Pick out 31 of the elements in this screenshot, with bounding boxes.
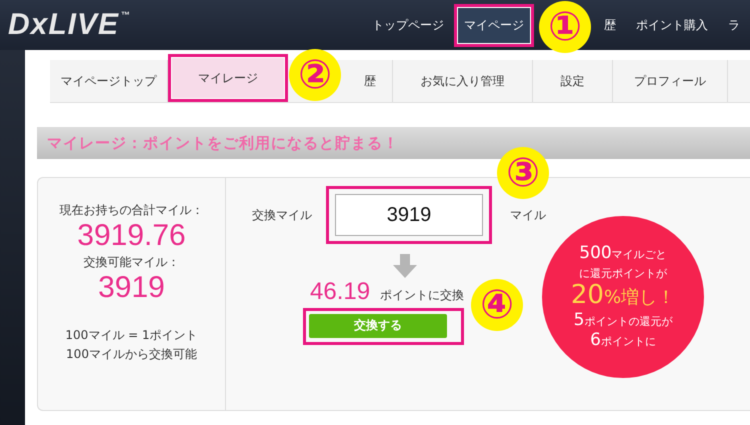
promo-text: 5ポイントの還元が	[574, 311, 672, 331]
total-miles: 3919.76	[77, 219, 186, 254]
promo-text: に還元ポイントが	[579, 266, 667, 282]
unit-label: マイル	[510, 206, 546, 224]
promo-text: 20%増し！	[570, 281, 676, 312]
minimum-note: 100マイルから交換可能	[66, 346, 197, 363]
nav-link[interactable]: 歴	[594, 4, 626, 46]
total-label: 現在お持ちの合計マイル：	[60, 202, 204, 219]
tab[interactable]: 設定	[533, 60, 613, 102]
tab[interactable]: お気に入り管理	[393, 60, 533, 102]
rate-note: 100マイル = 1ポイント	[65, 327, 198, 344]
down-arrow-icon	[393, 254, 417, 278]
tab[interactable]: 歴	[348, 60, 393, 102]
points-label: ポイントに交換	[380, 287, 464, 304]
promo-text: 500マイルごと	[579, 244, 667, 264]
logo-text: DxLIVE	[8, 8, 120, 42]
number-badge: ④	[471, 278, 523, 331]
number-badge: ③	[497, 147, 549, 199]
trademark: ™	[121, 10, 132, 20]
nav-link[interactable]: ポイント購入	[626, 4, 718, 46]
tab[interactable]: プロフィール	[613, 60, 728, 102]
miles-input[interactable]: 3919	[335, 194, 483, 236]
exchangeable-label: 交換可能マイル：	[84, 254, 180, 270]
exchangeable-miles: 3919	[98, 270, 165, 305]
exchange-label: 交換マイル	[252, 206, 312, 224]
nav-link[interactable]: トップページ	[362, 4, 454, 46]
number-badge: ②	[289, 49, 341, 101]
points-result: 46.19	[310, 278, 370, 306]
number-badge: ①	[539, 0, 591, 52]
nav-link[interactable]: ラ	[718, 4, 750, 46]
promo-text: 6ポイントに	[590, 330, 656, 350]
